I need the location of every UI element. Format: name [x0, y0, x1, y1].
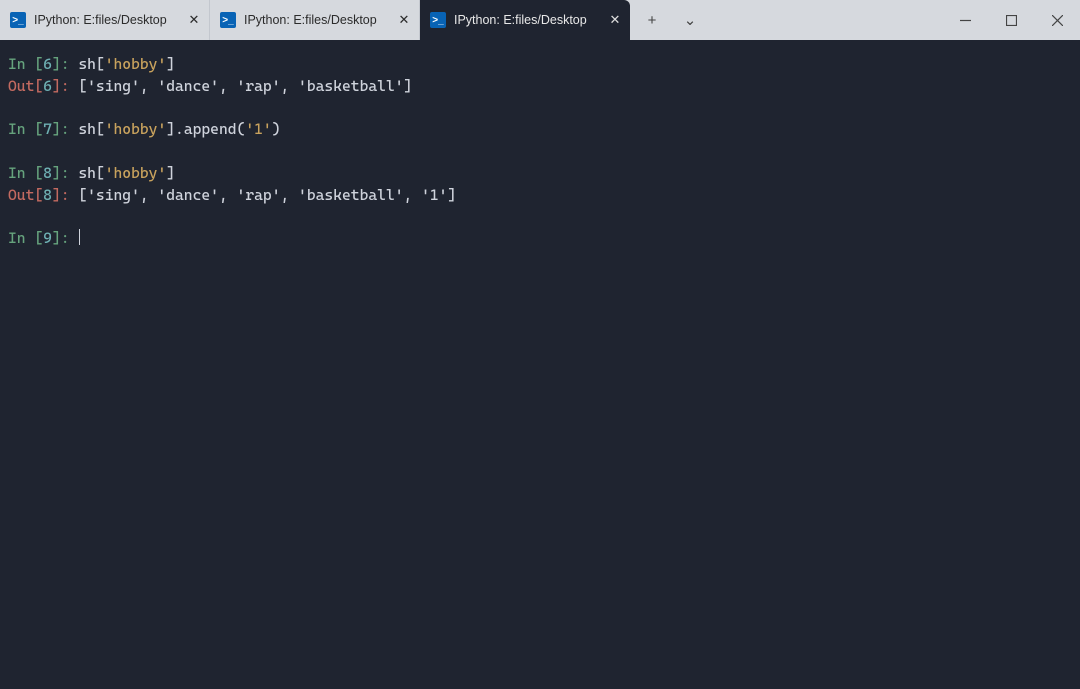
prompt-number: 8	[43, 186, 52, 204]
prompt-suffix: ]:	[52, 186, 78, 204]
powershell-icon: >_	[430, 12, 446, 28]
prompt-suffix: ]:	[52, 164, 78, 182]
code-token: 'hobby'	[105, 120, 167, 138]
prompt-in-line: In [6]: sh['hobby']	[8, 54, 1072, 76]
prompt-in-line: In [9]:	[8, 228, 1072, 250]
powershell-icon: >_	[220, 12, 236, 28]
tab[interactable]: >_ IPython: E:files/Desktop ✕	[210, 0, 420, 40]
close-tab-icon[interactable]: ✕	[393, 9, 415, 31]
maximize-button[interactable]	[988, 0, 1034, 40]
in-prompt-left: In [	[8, 120, 43, 138]
prompt-out-line: Out[6]: ['sing', 'dance', 'rap', 'basket…	[8, 76, 1072, 98]
close-tab-icon[interactable]: ✕	[604, 9, 626, 31]
code-token: sh[	[78, 120, 104, 138]
prompt-suffix: ]:	[52, 229, 78, 247]
tab-label: IPython: E:files/Desktop	[34, 13, 175, 27]
prompt-number: 7	[43, 120, 52, 138]
prompt-suffix: ]:	[52, 120, 78, 138]
new-tab-button[interactable]: +	[634, 5, 670, 35]
code-token: )	[272, 120, 281, 138]
prompt-number: 6	[43, 55, 52, 73]
tab-actions: + ⌄	[630, 0, 708, 40]
code-token: 'hobby'	[105, 164, 167, 182]
minimize-button[interactable]	[942, 0, 988, 40]
code-token: 'hobby'	[105, 55, 167, 73]
close-window-button[interactable]	[1034, 0, 1080, 40]
powershell-icon: >_	[10, 12, 26, 28]
window-controls	[942, 0, 1080, 40]
tab-label: IPython: E:files/Desktop	[244, 13, 385, 27]
tab-label: IPython: E:files/Desktop	[454, 13, 596, 27]
terminal-blank-line	[8, 141, 1072, 163]
prompt-in-line: In [8]: sh['hobby']	[8, 163, 1072, 185]
terminal-output[interactable]: In [6]: sh['hobby']Out[6]: ['sing', 'dan…	[0, 40, 1080, 264]
code-token: ]	[166, 55, 175, 73]
out-prompt-left: Out[	[8, 77, 43, 95]
prompt-number: 8	[43, 164, 52, 182]
prompt-number: 6	[43, 77, 52, 95]
prompt-suffix: ]:	[52, 77, 78, 95]
code-token: sh[	[78, 164, 104, 182]
code-token: ]	[166, 164, 175, 182]
terminal-blank-line	[8, 206, 1072, 228]
tab[interactable]: >_ IPython: E:files/Desktop ✕	[0, 0, 210, 40]
tab-active[interactable]: >_ IPython: E:files/Desktop ✕	[420, 0, 630, 40]
text-cursor	[79, 229, 80, 246]
terminal-blank-line	[8, 98, 1072, 120]
prompt-out-line: Out[8]: ['sing', 'dance', 'rap', 'basket…	[8, 185, 1072, 207]
prompt-number: 9	[43, 229, 52, 247]
in-prompt-left: In [	[8, 55, 43, 73]
in-prompt-left: In [	[8, 164, 43, 182]
code-token: '1'	[245, 120, 271, 138]
prompt-in-line: In [7]: sh['hobby'].append('1')	[8, 119, 1072, 141]
titlebar: >_ IPython: E:files/Desktop ✕ >_ IPython: E:…	[0, 0, 1080, 40]
code-token: sh[	[78, 55, 104, 73]
close-tab-icon[interactable]: ✕	[183, 9, 205, 31]
code-token: ['sing', 'dance', 'rap', 'basketball', '…	[78, 186, 456, 204]
out-prompt-left: Out[	[8, 186, 43, 204]
code-token: ['sing', 'dance', 'rap', 'basketball']	[78, 77, 412, 95]
prompt-suffix: ]:	[52, 55, 78, 73]
tab-dropdown-button[interactable]: ⌄	[672, 5, 708, 35]
code-token: ].append(	[166, 120, 245, 138]
in-prompt-left: In [	[8, 229, 43, 247]
